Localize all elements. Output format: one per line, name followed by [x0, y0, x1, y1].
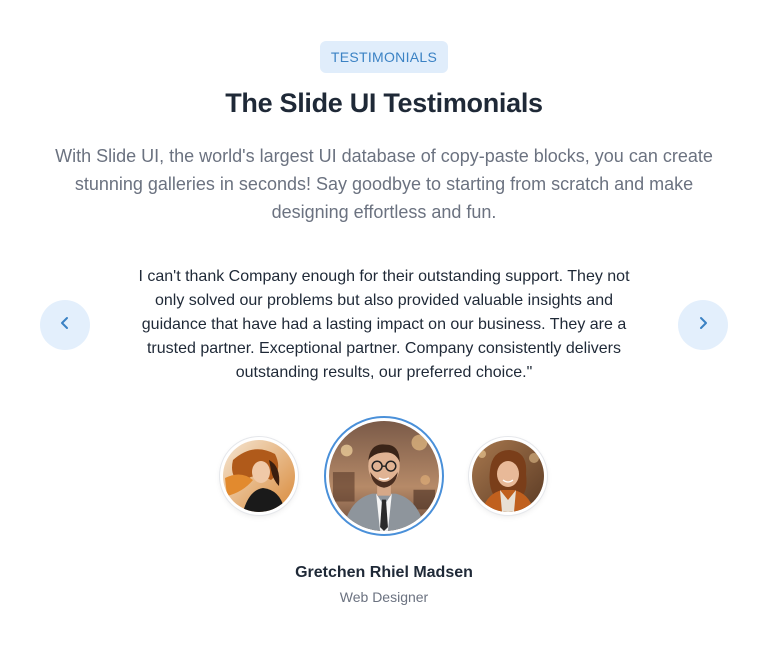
section-description: With Slide UI, the world's largest UI da…: [55, 146, 713, 222]
avatar-next[interactable]: [469, 437, 547, 515]
testimonials-section: TESTIMONIALS The Slide UI Testimonials W…: [0, 0, 768, 647]
testimonial-quote: I can't thank Company enough for their o…: [138, 268, 630, 381]
testimonial-author-name: Gretchen Rhiel Madsen: [295, 564, 473, 581]
chevron-right-icon: [695, 315, 711, 336]
avatar-previous[interactable]: [220, 437, 298, 515]
avatar-active[interactable]: [324, 416, 444, 536]
testimonial-author-role: Web Designer: [339, 589, 429, 605]
section-title: The Slide UI Testimonials: [225, 88, 543, 118]
previous-button[interactable]: [40, 300, 90, 350]
chevron-left-icon: [57, 315, 73, 336]
avatar-image: [472, 440, 544, 512]
avatar-image: [223, 440, 295, 512]
badge-label: TESTIMONIALS: [330, 49, 438, 65]
next-button[interactable]: [678, 300, 728, 350]
avatar-image: [329, 421, 439, 531]
section-badge: TESTIMONIALS: [320, 41, 448, 73]
